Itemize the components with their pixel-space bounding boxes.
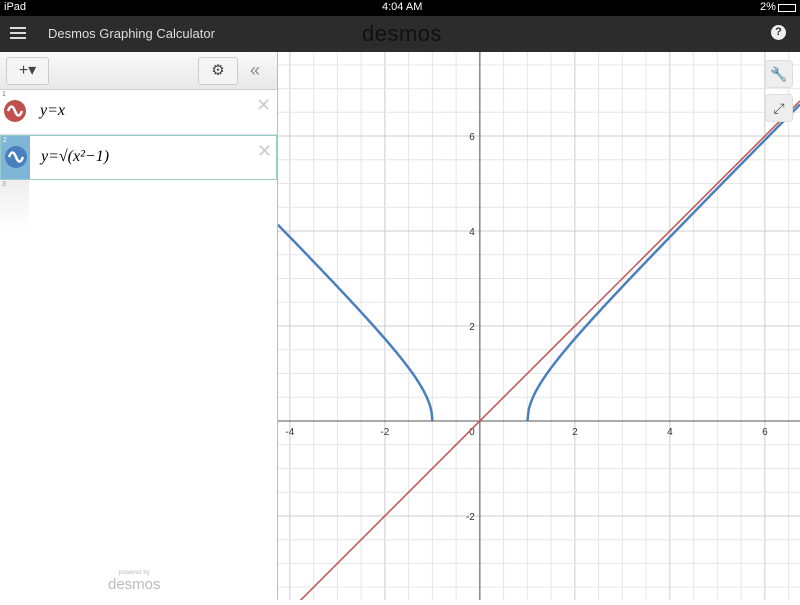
- battery-icon: [778, 4, 796, 12]
- expression-row-empty[interactable]: 3: [0, 180, 277, 230]
- x-tick-label: 2: [572, 427, 578, 438]
- graph-svg[interactable]: -4 -2 0 2 4 6-2246: [277, 52, 800, 605]
- y-tick-label: 4: [469, 227, 475, 238]
- battery-percent: 2%: [760, 1, 776, 13]
- expression-row[interactable]: 2 y=√(x²−1) ✕: [0, 135, 277, 180]
- powered-by-logo: powered by desmos: [108, 570, 161, 594]
- expression-index: 3: [2, 181, 6, 188]
- help-button[interactable]: ?: [771, 25, 786, 40]
- y-tick-label: -2: [466, 512, 475, 523]
- menu-icon[interactable]: [10, 25, 26, 41]
- device-name: iPad: [4, 1, 27, 13]
- x-tick-label: -4: [285, 427, 294, 438]
- y-tick-label: 2: [469, 322, 475, 333]
- line-y-equals-x: [294, 100, 800, 605]
- x-tick-label: 6: [762, 427, 768, 438]
- graph-canvas[interactable]: -4 -2 0 2 4 6 -2 2 4 6 🔧 ⤢: [277, 52, 800, 605]
- x-tick-label: -2: [380, 427, 389, 438]
- status-bar: iPad 4:04 AM 2%: [0, 0, 800, 16]
- zoom-fit-button[interactable]: ⤢: [765, 94, 793, 122]
- expression-toolbar: +▾ ⚙ «: [0, 52, 277, 90]
- clock: 4:04 AM: [382, 1, 423, 13]
- expression-index: 1: [2, 91, 6, 98]
- graph-settings-wrench-icon[interactable]: 🔧: [765, 60, 793, 88]
- graph-color-icon[interactable]: [4, 100, 26, 122]
- add-expression-button[interactable]: +▾: [6, 57, 49, 85]
- powered-by-desmos: desmos: [108, 576, 161, 593]
- collapse-panel-button[interactable]: «: [250, 60, 260, 81]
- delete-expression-icon[interactable]: ✕: [257, 141, 272, 162]
- delete-expression-icon[interactable]: ✕: [256, 95, 271, 116]
- app-header: Desmos Graphing Calculator desmos ?: [0, 16, 800, 52]
- expression-input[interactable]: y=√(x²−1): [41, 148, 109, 166]
- app-title: Desmos Graphing Calculator: [48, 26, 215, 41]
- y-tick-label: 6: [469, 132, 475, 143]
- settings-button[interactable]: ⚙: [198, 57, 238, 85]
- expression-index: 2: [3, 137, 7, 144]
- curve-sqrt-left-branch: [277, 223, 434, 422]
- graph-color-icon[interactable]: [5, 146, 27, 168]
- expression-panel: +▾ ⚙ « 1 y=x ✕ 2 y=√(x²−1) ✕ 3 powered b…: [0, 52, 278, 600]
- x-tick-label: 4: [667, 427, 673, 438]
- desmos-logo: desmos: [362, 21, 443, 46]
- expression-input[interactable]: y=x: [40, 102, 65, 120]
- expression-row[interactable]: 1 y=x ✕: [0, 90, 277, 135]
